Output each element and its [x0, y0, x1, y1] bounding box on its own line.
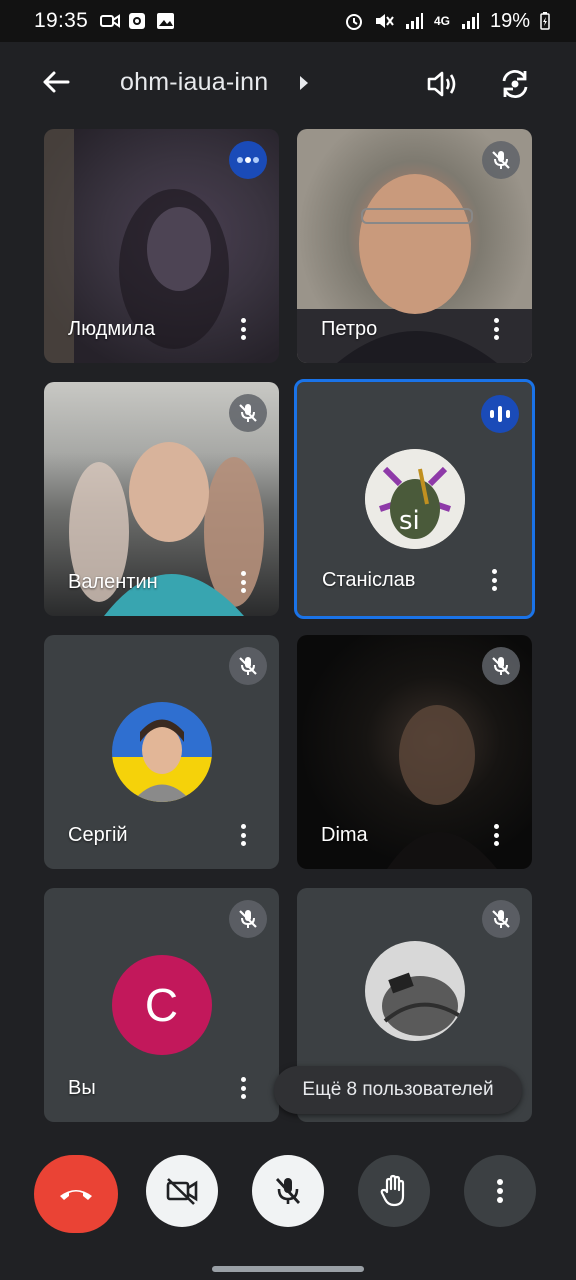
- mic-off-icon: [275, 1178, 301, 1204]
- more-vert-icon: [497, 1179, 503, 1203]
- participant-tile[interactable]: Dima: [297, 635, 532, 869]
- back-button[interactable]: [38, 64, 74, 100]
- more-options-button[interactable]: [233, 568, 253, 596]
- more-options-button[interactable]: [233, 821, 253, 849]
- more-options-button[interactable]: [464, 1155, 536, 1227]
- battery-icon: [540, 12, 550, 30]
- participant-name: Dima: [321, 824, 368, 846]
- participant-name: Петро: [321, 318, 378, 340]
- speaking-dots-icon: [237, 157, 259, 163]
- mic-muted-indicator: [482, 900, 520, 938]
- video-icon: [100, 14, 121, 28]
- speaker-button[interactable]: [422, 64, 462, 104]
- participant-name: Сергій: [68, 824, 128, 846]
- participant-name: Станіслав: [322, 569, 416, 591]
- alarm-icon: [345, 14, 362, 30]
- mute-icon: [375, 14, 394, 28]
- end-call-icon: [60, 1190, 92, 1200]
- mic-muted-indicator: [482, 647, 520, 685]
- more-options-button[interactable]: [486, 821, 506, 849]
- mic-off-icon: [492, 910, 510, 928]
- avatar-text: si: [399, 506, 420, 536]
- more-participants-toast[interactable]: Ещё 8 пользователей: [274, 1066, 522, 1114]
- avatar-image: [111, 702, 212, 802]
- participant-tile[interactable]: Людмила: [44, 129, 279, 363]
- audio-level-icon: [490, 406, 510, 422]
- mic-muted-indicator: [482, 141, 520, 179]
- speaker-icon: [427, 71, 456, 97]
- meeting-header: ohm-iaua-inn: [0, 42, 576, 126]
- avatar: [111, 702, 212, 802]
- avatar-image: [364, 940, 465, 1041]
- mic-toggle-button[interactable]: [252, 1155, 324, 1227]
- mic-muted-indicator: [229, 394, 267, 432]
- mic-off-icon: [239, 404, 257, 422]
- participant-tile-self[interactable]: C Вы: [44, 888, 279, 1122]
- avatar-image: si: [364, 449, 465, 549]
- signal-icon: [405, 13, 423, 29]
- camera-toggle-button[interactable]: [146, 1155, 218, 1227]
- data-icon: 4G: [433, 14, 450, 28]
- participant-tile-active[interactable]: si Станіслав: [294, 379, 535, 619]
- media-icon: [129, 13, 146, 29]
- mic-off-icon: [239, 910, 257, 928]
- more-options-button[interactable]: [486, 315, 506, 343]
- avatar-letter: C: [111, 955, 212, 1055]
- signal-icon: [461, 13, 479, 29]
- image-icon: [157, 13, 175, 29]
- status-bar: 19:35 4G 19%: [0, 0, 576, 42]
- more-options-button[interactable]: [233, 1074, 253, 1102]
- mic-off-icon: [239, 657, 257, 675]
- participant-name: Людмила: [68, 318, 156, 340]
- raise-hand-icon: [380, 1174, 405, 1207]
- home-indicator[interactable]: [212, 1266, 364, 1272]
- end-call-button[interactable]: [34, 1155, 118, 1233]
- raise-hand-button[interactable]: [358, 1155, 430, 1227]
- status-time: 19:35: [34, 9, 89, 32]
- mic-muted-indicator: [229, 647, 267, 685]
- battery-level: 19%: [489, 9, 530, 32]
- avatar: si: [364, 449, 465, 549]
- meeting-title[interactable]: ohm-iaua-inn: [120, 68, 268, 97]
- switch-camera-icon: [502, 69, 528, 99]
- speaking-indicator: [481, 395, 519, 433]
- participant-name: Вы: [68, 1077, 96, 1099]
- avatar: [364, 940, 465, 1041]
- mic-off-icon: [492, 151, 510, 169]
- more-options-button[interactable]: [484, 566, 504, 594]
- mic-off-icon: [492, 657, 510, 675]
- participant-tile[interactable]: Петро: [297, 129, 532, 363]
- switch-camera-button[interactable]: [495, 64, 535, 104]
- mic-muted-indicator: [229, 900, 267, 938]
- participant-tile[interactable]: Сергій: [44, 635, 279, 869]
- camera-off-icon: [166, 1178, 198, 1205]
- participant-tile[interactable]: Валентин: [44, 382, 279, 616]
- chevron-right-icon[interactable]: [300, 76, 308, 90]
- more-options-button[interactable]: [233, 315, 253, 343]
- back-arrow-icon: [43, 71, 70, 93]
- participant-name: Валентин: [68, 571, 158, 593]
- speaking-indicator: [229, 141, 267, 179]
